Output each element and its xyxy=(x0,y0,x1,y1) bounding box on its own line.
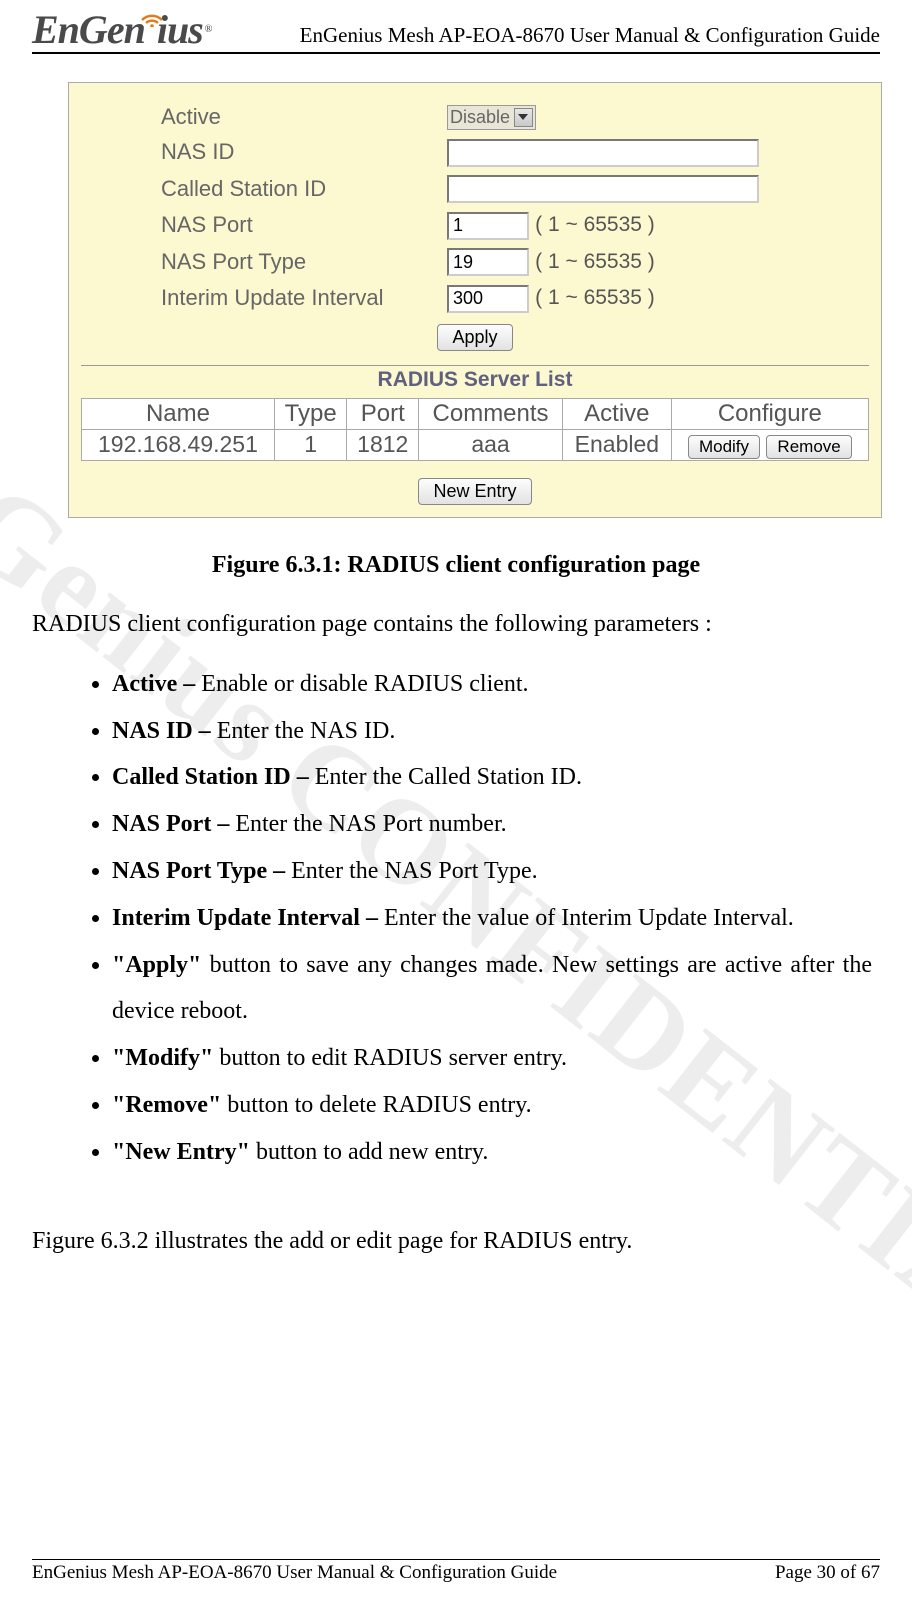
list-item: Active – Enable or disable RADIUS client… xyxy=(112,661,876,708)
footer-left: EnGenius Mesh AP-EOA-8670 User Manual & … xyxy=(32,1562,557,1584)
page-header: EnGen i us ® EnGenius Mesh AP-EOA-8670 U… xyxy=(32,0,880,54)
list-item-lead: NAS Port – xyxy=(112,811,235,837)
cell-configure: Modify Remove xyxy=(671,429,868,460)
footer-right: Page 30 of 67 xyxy=(775,1562,880,1584)
cell-active: Enabled xyxy=(563,429,672,460)
list-item: NAS Port – Enter the NAS Port number. xyxy=(112,801,876,848)
list-item-text: Enter the value of Interim Update Interv… xyxy=(384,905,794,931)
list-item-lead: Interim Update Interval – xyxy=(112,905,384,931)
list-item-lead: "New Entry" xyxy=(112,1139,256,1165)
list-item-lead: Active – xyxy=(112,671,201,697)
nas-port-type-range: ( 1 ~ 65535 ) xyxy=(535,250,655,273)
list-item: "Apply" button to save any changes made.… xyxy=(112,942,876,1036)
list-item: NAS Port Type – Enter the NAS Port Type. xyxy=(112,848,876,895)
col-name: Name xyxy=(82,398,275,429)
list-item: NAS ID – Enter the NAS ID. xyxy=(112,708,876,755)
col-type: Type xyxy=(274,398,347,429)
intro-paragraph: RADIUS client configuration page contain… xyxy=(32,605,880,643)
cell-comments: aaa xyxy=(419,429,563,460)
col-port: Port xyxy=(347,398,419,429)
page-footer: EnGenius Mesh AP-EOA-8670 User Manual & … xyxy=(32,1559,880,1584)
cell-name: 192.168.49.251 xyxy=(82,429,275,460)
screenshot-panel: Active Disable NAS ID Called Station ID xyxy=(68,82,882,518)
apply-button[interactable]: Apply xyxy=(437,324,512,351)
wifi-icon xyxy=(141,15,163,45)
col-configure: Configure xyxy=(671,398,868,429)
list-item-lead: NAS ID – xyxy=(112,718,217,744)
logo-text-left: EnGen xyxy=(32,10,145,50)
list-item-text: button to save any changes made. New set… xyxy=(112,952,872,1025)
cell-type: 1 xyxy=(274,429,347,460)
list-item-lead: "Remove" xyxy=(112,1092,227,1118)
active-select-value: Disable xyxy=(450,107,510,128)
figure-caption: Figure 6.3.1: RADIUS client configuratio… xyxy=(32,552,880,579)
header-title: EnGenius Mesh AP-EOA-8670 User Manual & … xyxy=(211,23,880,50)
list-item: "Remove" button to delete RADIUS entry. xyxy=(112,1082,876,1129)
closing-paragraph: Figure 6.3.2 illustrates the add or edit… xyxy=(32,1222,880,1260)
divider xyxy=(81,365,869,366)
col-active: Active xyxy=(563,398,672,429)
label-active: Active xyxy=(161,99,447,134)
table-header-row: Name Type Port Comments Active Configure xyxy=(82,398,869,429)
nas-port-input[interactable] xyxy=(447,212,529,240)
nas-port-range: ( 1 ~ 65535 ) xyxy=(535,213,655,236)
parameter-list: Active – Enable or disable RADIUS client… xyxy=(32,661,876,1176)
cell-port: 1812 xyxy=(347,429,419,460)
list-item-text: Enter the NAS ID. xyxy=(217,718,396,744)
list-item-lead: Called Station ID – xyxy=(112,764,315,790)
radius-client-form: Active Disable NAS ID Called Station ID xyxy=(161,99,765,317)
label-interim-interval: Interim Update Interval xyxy=(161,280,447,317)
list-item-text: Enter the NAS Port number. xyxy=(235,811,506,837)
label-nas-id: NAS ID xyxy=(161,134,447,171)
list-item-text: button to add new entry. xyxy=(256,1139,488,1165)
engenius-logo: EnGen i us ® xyxy=(32,10,211,50)
interim-interval-range: ( 1 ~ 65535 ) xyxy=(535,286,655,309)
chevron-down-icon xyxy=(514,108,533,127)
label-called-station-id: Called Station ID xyxy=(161,171,447,208)
col-comments: Comments xyxy=(419,398,563,429)
called-station-id-input[interactable] xyxy=(447,175,759,203)
list-item-text: button to edit RADIUS server entry. xyxy=(219,1045,567,1071)
new-entry-button[interactable]: New Entry xyxy=(418,478,531,505)
radius-server-list-table: Name Type Port Comments Active Configure… xyxy=(81,398,869,461)
list-item-text: Enter the Called Station ID. xyxy=(315,764,582,790)
list-item-lead: "Modify" xyxy=(112,1045,219,1071)
remove-button[interactable]: Remove xyxy=(766,435,851,459)
list-item: "New Entry" button to add new entry. xyxy=(112,1129,876,1176)
nas-id-input[interactable] xyxy=(447,139,759,167)
label-nas-port: NAS Port xyxy=(161,207,447,244)
active-select[interactable]: Disable xyxy=(447,105,536,130)
list-item-text: Enter the NAS Port Type. xyxy=(291,858,538,884)
table-row: 192.168.49.251 1 1812 aaa Enabled Modify… xyxy=(82,429,869,460)
list-item: "Modify" button to edit RADIUS server en… xyxy=(112,1035,876,1082)
list-item: Called Station ID – Enter the Called Sta… xyxy=(112,754,876,801)
list-item-text: Enable or disable RADIUS client. xyxy=(201,671,528,697)
logo-text-right: us xyxy=(167,10,203,50)
list-item-lead: "Apply" xyxy=(112,952,210,978)
modify-button[interactable]: Modify xyxy=(688,435,760,459)
server-list-title: RADIUS Server List xyxy=(81,368,869,392)
list-item-lead: NAS Port Type – xyxy=(112,858,291,884)
logo-trademark: ® xyxy=(205,25,212,35)
label-nas-port-type: NAS Port Type xyxy=(161,244,447,281)
list-item-text: button to delete RADIUS entry. xyxy=(227,1092,531,1118)
nas-port-type-input[interactable] xyxy=(447,248,529,276)
list-item: Interim Update Interval – Enter the valu… xyxy=(112,895,876,942)
interim-interval-input[interactable] xyxy=(447,285,529,313)
